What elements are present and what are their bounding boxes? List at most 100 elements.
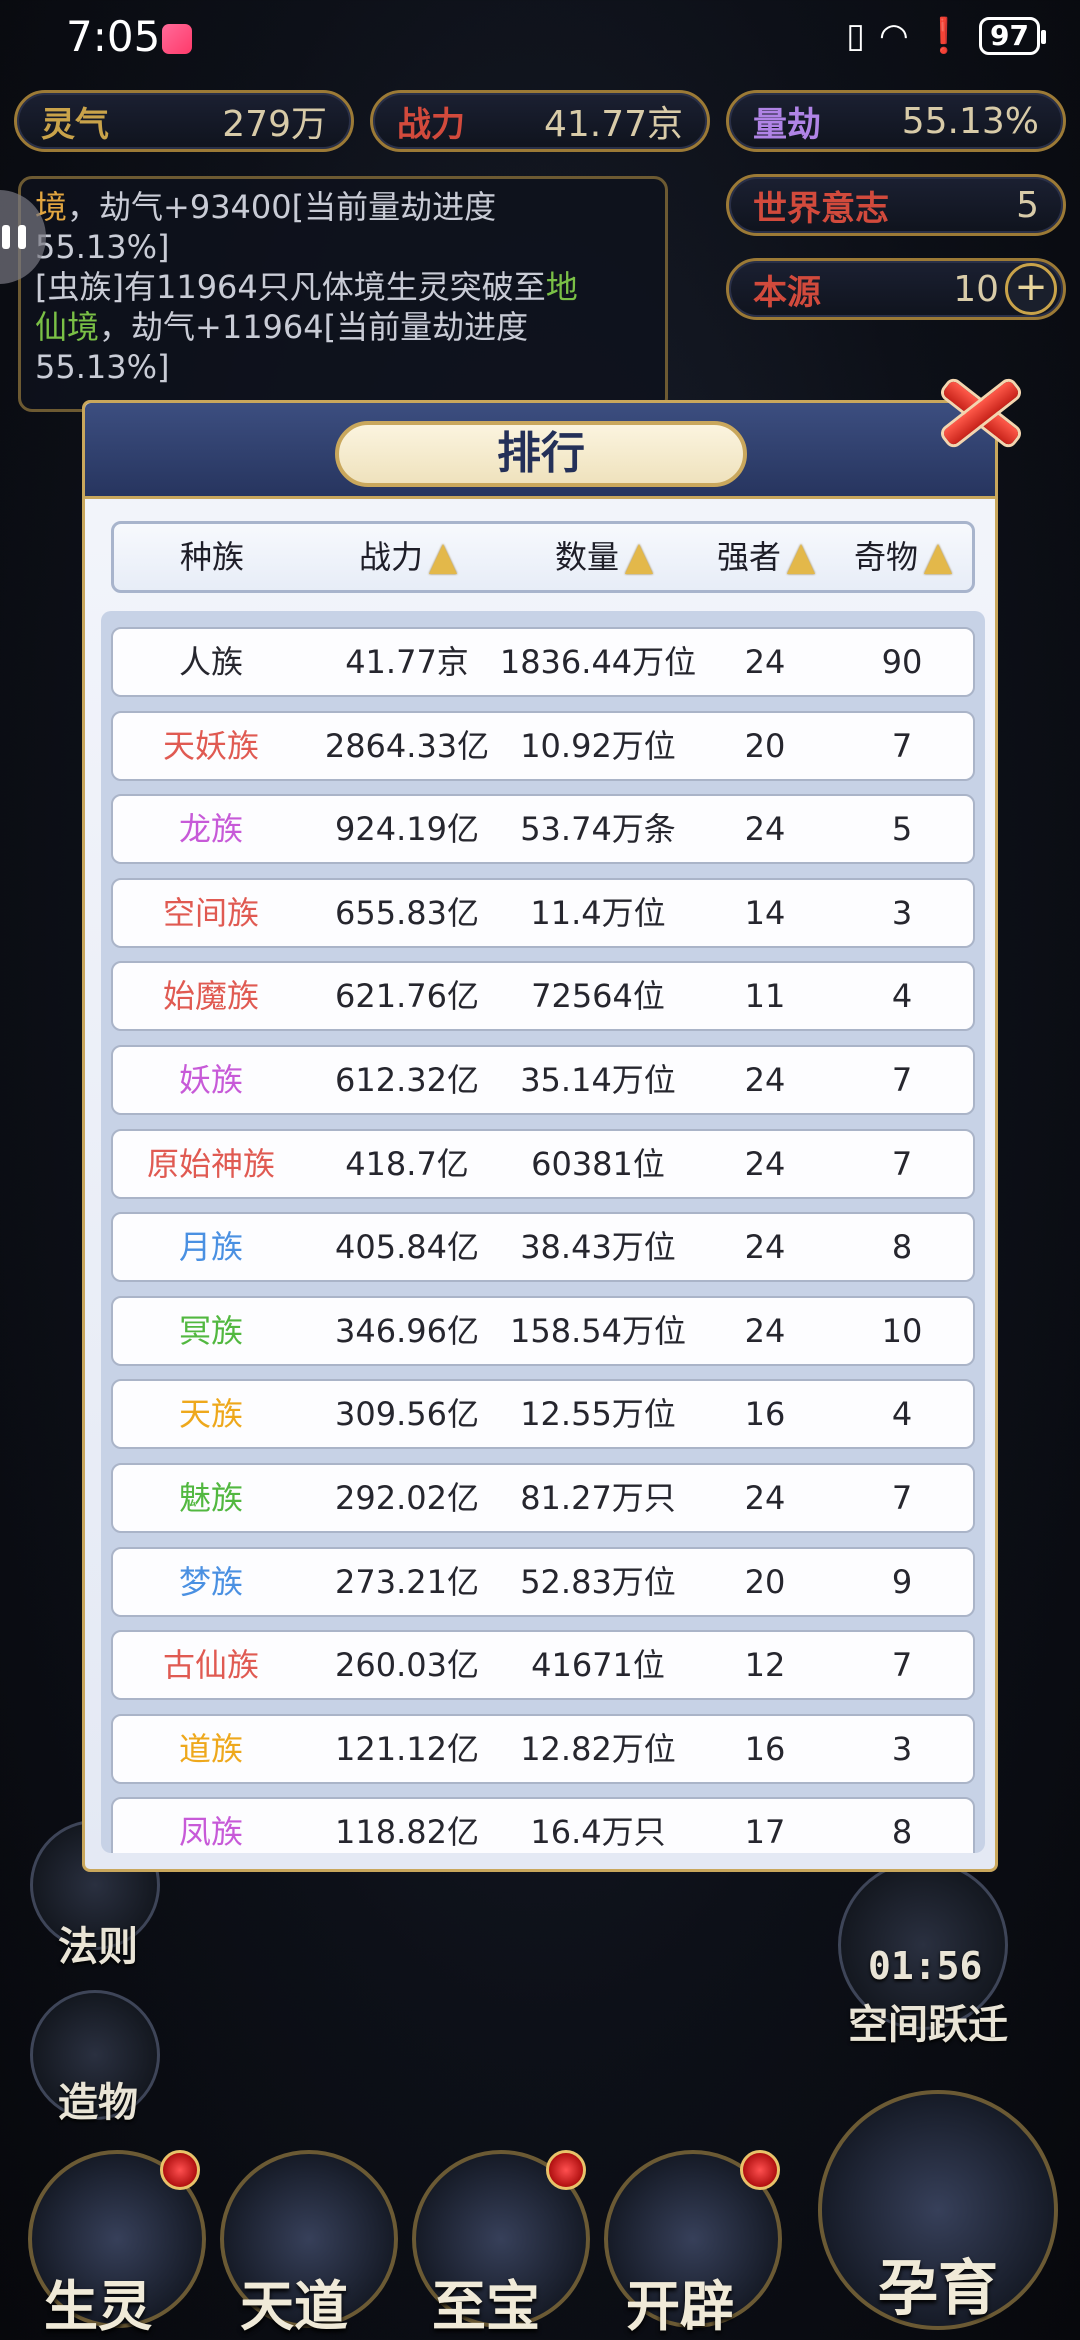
treasure-cell: 8	[891, 1228, 913, 1267]
count-cell: 72564位	[531, 977, 665, 1016]
count-cell: 12.82万位	[520, 1729, 676, 1768]
sort-power-button[interactable]: 战力	[310, 524, 506, 590]
power-cell: 655.83亿	[335, 893, 479, 932]
close-button[interactable]	[930, 362, 1030, 462]
shijie-value: 5	[1016, 184, 1039, 226]
power-cell: 621.76亿	[335, 977, 479, 1016]
strong-cell: 24	[744, 1311, 786, 1350]
count-cell: 81.27万只	[520, 1478, 676, 1517]
strong-cell: 12	[744, 1646, 786, 1685]
sort-strong-button[interactable]: 强者	[704, 524, 828, 590]
table-row[interactable]: 空间族 655.83亿 11.4万位 14 3	[111, 877, 975, 948]
zhanli-pill[interactable]: 战力 41.77京	[370, 90, 710, 152]
strong-cell: 24	[744, 643, 786, 681]
add-benyuan-button[interactable]: +	[1005, 263, 1057, 315]
race-cell: 魅族	[178, 1478, 243, 1517]
race-cell: 天族	[178, 1395, 243, 1434]
status-bar: 7:05 ▯ ◠ ❗ 97	[0, 0, 1080, 76]
table-row[interactable]: 冥族 346.96亿 158.54万位 24 10	[111, 1295, 975, 1366]
status-icons: ▯ ◠ ❗ 97	[846, 16, 1046, 56]
table-row[interactable]: 梦族 273.21亿 52.83万位 20 9	[111, 1546, 975, 1617]
header-race-label: 种族	[179, 538, 244, 576]
race-cell: 天妖族	[162, 726, 259, 765]
header-count-label: 数量	[554, 538, 619, 576]
race-cell: 人族	[178, 643, 243, 681]
sort-arrow-icon	[429, 544, 457, 574]
kongjian-timer: 01:56	[868, 1944, 983, 1988]
race-cell: 始魔族	[162, 977, 259, 1016]
table-row[interactable]: 始魔族 621.76亿 72564位 11 4	[111, 961, 975, 1032]
liangjie-label: 量劫	[753, 104, 821, 145]
liangjie-value: 55.13%	[901, 100, 1039, 142]
sort-arrow-icon	[787, 544, 815, 574]
power-cell: 121.12亿	[335, 1729, 479, 1768]
table-row[interactable]: 龙族 924.19亿 53.74万条 24 5	[111, 794, 975, 865]
count-cell: 11.4万位	[530, 893, 666, 932]
table-row[interactable]: 原始神族 418.7亿 60381位 24 7	[111, 1128, 975, 1199]
ranking-list[interactable]: 人族 41.77京 1836.44万位 24 90 天妖族 2864.33亿 10.92万位 2…	[101, 611, 985, 1853]
treasure-cell: 7	[891, 1144, 913, 1183]
count-cell: 16.4万只	[530, 1813, 666, 1852]
power-cell: 346.96亿	[335, 1311, 479, 1350]
notification-dot	[546, 2150, 586, 2190]
log-line: [虫族]有11964只凡体境生灵突破至地	[35, 267, 651, 307]
benyuan-value: 10	[953, 268, 999, 310]
header-race: 种族	[114, 524, 310, 590]
strong-cell: 17	[744, 1813, 786, 1852]
table-row[interactable]: 妖族 612.32亿 35.14万位 24 7	[111, 1044, 975, 1115]
sort-count-button[interactable]: 数量	[506, 524, 702, 590]
table-row[interactable]: 古仙族 260.03亿 41671位 12 7	[111, 1630, 975, 1701]
table-row[interactable]: 天妖族 2864.33亿 10.92万位 20 7	[111, 710, 975, 781]
lingqi-label: 灵气	[41, 104, 109, 145]
strong-cell: 20	[744, 1562, 786, 1601]
table-row[interactable]: 天族 309.56亿 12.55万位 16 4	[111, 1379, 975, 1450]
app-notification-icon	[162, 24, 192, 54]
treasure-cell: 9	[891, 1562, 913, 1601]
count-cell: 53.74万条	[520, 810, 676, 849]
benyuan-pill[interactable]: 本源 10 +	[726, 258, 1066, 320]
treasure-cell: 7	[891, 1646, 913, 1685]
table-row[interactable]: 道族 121.12亿 12.82万位 16 3	[111, 1713, 975, 1784]
modal-title: 排行	[335, 421, 747, 487]
table-row[interactable]: 凤族 118.82亿 16.4万只 17 8	[111, 1797, 975, 1853]
sort-arrow-icon	[924, 544, 952, 574]
treasure-cell: 3	[891, 1729, 913, 1768]
power-cell: 418.7亿	[345, 1144, 469, 1183]
race-cell: 月族	[178, 1228, 243, 1267]
treasure-cell: 90	[881, 643, 923, 681]
benyuan-label: 本源	[753, 272, 821, 313]
zhanli-value: 41.77京	[543, 104, 683, 145]
log-text: ，劫气+11964[当前量劫进度	[99, 308, 529, 346]
race-cell: 梦族	[178, 1562, 243, 1601]
shijie-pill[interactable]: 世界意志 5	[726, 174, 1066, 236]
liangjie-pill[interactable]: 量劫 55.13%	[726, 90, 1066, 152]
power-cell: 41.77京	[345, 643, 469, 681]
power-cell: 260.03亿	[335, 1646, 479, 1685]
power-cell: 405.84亿	[335, 1228, 479, 1267]
count-cell: 38.43万位	[520, 1228, 676, 1267]
ranking-modal: 排行 种族 战力 数量 强者 奇物 人族 41.77京 1836.44万位 24 90 天…	[82, 400, 998, 1872]
lingqi-pill[interactable]: 灵气 279万	[14, 90, 354, 152]
treasure-cell: 7	[891, 1478, 913, 1517]
strong-cell: 14	[744, 893, 786, 932]
count-cell: 1836.44万位	[499, 643, 697, 681]
kaipi-label: 开辟	[626, 2274, 734, 2338]
modal-header: 排行	[85, 403, 995, 499]
pause-bar	[18, 225, 26, 249]
sort-treasure-button[interactable]: 奇物	[828, 524, 978, 590]
header-strong-label: 强者	[716, 538, 781, 576]
table-row[interactable]: 月族 405.84亿 38.43万位 24 8	[111, 1212, 975, 1283]
table-row[interactable]: 人族 41.77京 1836.44万位 24 90	[111, 627, 975, 697]
treasure-cell: 10	[881, 1311, 923, 1350]
notification-dot	[160, 2150, 200, 2190]
table-row[interactable]: 魅族 292.02亿 81.27万只 24 7	[111, 1462, 975, 1533]
clock: 7:05	[66, 12, 161, 61]
strong-cell: 24	[744, 1478, 786, 1517]
shengling-label: 生灵	[44, 2274, 152, 2338]
sort-arrow-icon	[625, 544, 653, 574]
race-cell: 空间族	[162, 893, 259, 932]
log-line: 境，劫气+93400[当前量劫进度	[35, 187, 651, 227]
power-cell: 2864.33亿	[324, 726, 490, 765]
treasure-cell: 4	[891, 977, 913, 1016]
count-cell: 158.54万位	[510, 1311, 686, 1350]
